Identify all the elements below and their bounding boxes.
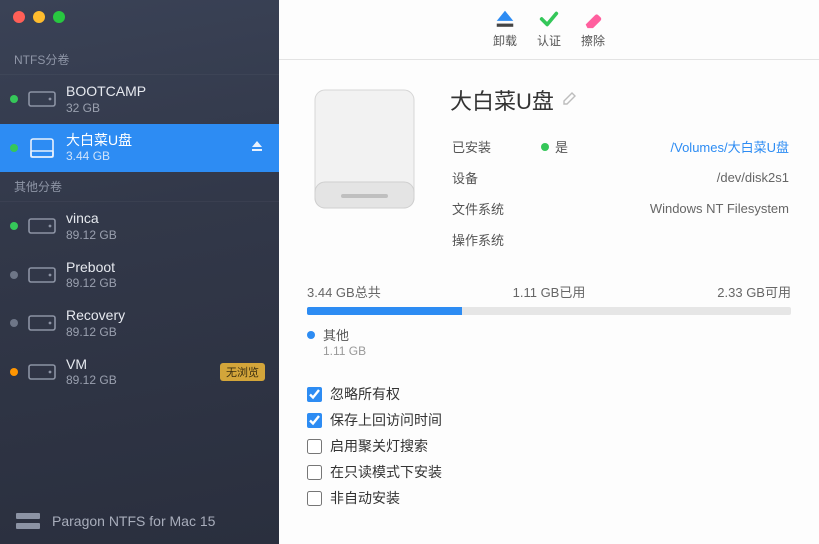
status-dot xyxy=(10,222,18,230)
volume-name: Recovery xyxy=(66,307,265,325)
volume-size: 3.44 GB xyxy=(66,149,241,164)
edit-icon[interactable] xyxy=(562,90,578,111)
toolbar-label: 擦除 xyxy=(581,32,605,49)
volume-name: BOOTCAMP xyxy=(66,83,265,101)
drive-illustration xyxy=(307,84,422,214)
volume-title: 大白菜U盘 xyxy=(450,84,554,116)
usage-free: 2.33 GB可用 xyxy=(717,282,791,301)
volume-size: 89.12 GB xyxy=(66,325,265,340)
check-icon xyxy=(538,8,560,30)
volume-hero: 大白菜U盘 已安装 是 /Volumes/大白菜U盘 设备/dev/disk2s… xyxy=(307,84,791,256)
volume-size: 89.12 GB xyxy=(66,276,265,291)
section-label-ntfs: NTFS分卷 xyxy=(0,45,279,75)
drive-icon xyxy=(28,264,56,286)
external-drive-icon xyxy=(28,137,56,159)
drive-icon xyxy=(28,88,56,110)
erase-button[interactable]: 擦除 xyxy=(581,8,605,49)
prop-filesystem: 文件系统Windows NT Filesystem xyxy=(452,194,789,223)
status-dot xyxy=(10,271,18,279)
legend-color xyxy=(307,331,315,339)
main-panel: 卸载 认证 擦除 xyxy=(279,0,819,544)
volume-size: 32 GB xyxy=(66,101,265,116)
usage-section: 3.44 GB总共 1.11 GB已用 2.33 GB可用 其他 1.11 GB xyxy=(307,282,791,358)
eraser-icon xyxy=(582,8,604,30)
checkbox[interactable] xyxy=(307,439,322,454)
volume-item-preboot[interactable]: Preboot89.12 GB xyxy=(0,251,279,300)
eject-icon[interactable] xyxy=(251,139,265,157)
section-label-other: 其他分卷 xyxy=(0,172,279,202)
drive-icon xyxy=(28,215,56,237)
usage-legend: 其他 xyxy=(307,325,791,344)
unmount-button[interactable]: 卸载 xyxy=(493,8,517,49)
volume-info: 大白菜U盘 已安装 是 /Volumes/大白菜U盘 设备/dev/disk2s… xyxy=(450,84,791,256)
usage-bar-fill xyxy=(307,307,462,315)
prop-mounted: 已安装 是 /Volumes/大白菜U盘 xyxy=(452,132,789,161)
opt-spotlight[interactable]: 启用聚关灯搜索 xyxy=(307,436,791,456)
eject-icon xyxy=(494,8,516,30)
volume-item-vinca[interactable]: vinca89.12 GB xyxy=(0,202,279,251)
sidebar: NTFS分卷 BOOTCAMP 32 GB 大白菜U盘 3.4 xyxy=(0,0,279,544)
mount-path-link[interactable]: /Volumes/大白菜U盘 xyxy=(577,132,789,161)
checkbox[interactable] xyxy=(307,387,322,402)
app-icon xyxy=(16,512,40,530)
volume-properties: 已安装 是 /Volumes/大白菜U盘 设备/dev/disk2s1 文件系统… xyxy=(450,130,791,256)
checkbox[interactable] xyxy=(307,491,322,506)
drive-icon xyxy=(28,361,56,383)
mounted-indicator: 是 xyxy=(541,137,568,156)
window-controls xyxy=(0,0,279,45)
other-volume-list: vinca89.12 GB Preboot89.12 GB Recovery89… xyxy=(0,202,279,396)
status-dot xyxy=(10,95,18,103)
usage-total: 3.44 GB总共 xyxy=(307,282,381,301)
opt-save-atime[interactable]: 保存上回访问时间 xyxy=(307,410,791,430)
checkbox[interactable] xyxy=(307,413,322,428)
volume-item-bootcamp[interactable]: BOOTCAMP 32 GB xyxy=(0,75,279,124)
legend-label: 其他 xyxy=(323,325,349,344)
toolbar-label: 卸载 xyxy=(493,32,517,49)
no-browse-badge: 无浏览 xyxy=(220,363,265,381)
opt-ignore-owner[interactable]: 忽略所有权 xyxy=(307,384,791,404)
opt-noauto[interactable]: 非自动安装 xyxy=(307,488,791,508)
volume-name: 大白菜U盘 xyxy=(66,132,241,150)
status-dot xyxy=(10,144,18,152)
volume-size: 89.12 GB xyxy=(66,373,210,388)
prop-device: 设备/dev/disk2s1 xyxy=(452,163,789,192)
minimize-button[interactable] xyxy=(33,11,45,23)
ntfs-volume-list: BOOTCAMP 32 GB 大白菜U盘 3.44 GB xyxy=(0,75,279,172)
volume-size: 89.12 GB xyxy=(66,228,265,243)
drive-icon xyxy=(28,312,56,334)
sidebar-footer[interactable]: Paragon NTFS for Mac 15 xyxy=(0,498,279,544)
checkbox[interactable] xyxy=(307,465,322,480)
app-name: Paragon NTFS for Mac 15 xyxy=(52,513,215,529)
content-area: 大白菜U盘 已安装 是 /Volumes/大白菜U盘 设备/dev/disk2s… xyxy=(279,60,819,544)
toolbar: 卸载 认证 擦除 xyxy=(279,0,819,60)
legend-value: 1.11 GB xyxy=(323,344,791,358)
mount-options: 忽略所有权 保存上回访问时间 启用聚关灯搜索 在只读模式下安装 非自动安装 xyxy=(307,384,791,508)
usage-used: 1.11 GB已用 xyxy=(513,282,586,301)
volume-name: VM xyxy=(66,356,210,374)
volume-name: vinca xyxy=(66,210,265,228)
close-button[interactable] xyxy=(13,11,25,23)
opt-readonly[interactable]: 在只读模式下安装 xyxy=(307,462,791,482)
status-dot xyxy=(10,319,18,327)
usage-bar xyxy=(307,307,791,315)
toolbar-label: 认证 xyxy=(537,32,561,49)
volume-item-usb[interactable]: 大白菜U盘 3.44 GB xyxy=(0,124,279,173)
app-window: NTFS分卷 BOOTCAMP 32 GB 大白菜U盘 3.4 xyxy=(0,0,819,544)
volume-item-vm[interactable]: VM89.12 GB 无浏览 xyxy=(0,348,279,397)
zoom-button[interactable] xyxy=(53,11,65,23)
volume-name: Preboot xyxy=(66,259,265,277)
status-dot xyxy=(10,368,18,376)
verify-button[interactable]: 认证 xyxy=(537,8,561,49)
prop-os: 操作系统 xyxy=(452,225,789,254)
volume-item-recovery[interactable]: Recovery89.12 GB xyxy=(0,299,279,348)
